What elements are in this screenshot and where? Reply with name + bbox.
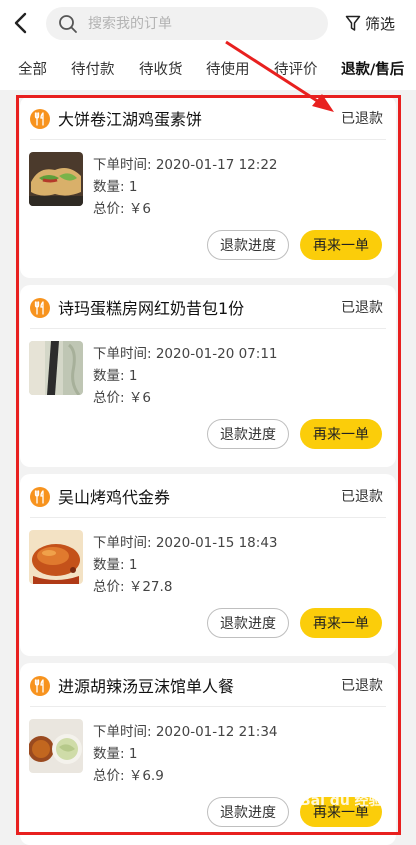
- order-time: 2020-01-17 12:22: [155, 157, 278, 173]
- tab-pending-use[interactable]: 待使用: [206, 58, 250, 79]
- total-label: 总价:: [93, 390, 129, 406]
- search-icon: [59, 15, 77, 33]
- order-time-label: 下单时间:: [93, 157, 156, 173]
- refund-progress-button[interactable]: 退款进度: [207, 419, 289, 449]
- shop-name[interactable]: 大饼卷江湖鸡蛋素饼: [58, 106, 202, 130]
- product-thumbnail[interactable]: [29, 530, 83, 584]
- currency-symbol: ￥: [128, 201, 143, 217]
- reorder-button[interactable]: 再来一单: [300, 419, 382, 449]
- order-status: 已退款: [341, 111, 383, 127]
- tab-pending-receipt[interactable]: 待收货: [139, 58, 183, 79]
- search-bar[interactable]: [46, 7, 328, 40]
- refund-progress-button[interactable]: 退款进度: [207, 608, 289, 638]
- quantity-label: 数量:: [93, 746, 129, 762]
- reorder-button[interactable]: 再来一单: [300, 608, 382, 638]
- filter-icon: [345, 15, 361, 31]
- tab-pending-payment[interactable]: 待付款: [71, 58, 115, 79]
- quantity-label: 数量:: [93, 179, 129, 195]
- quantity-label: 数量:: [93, 368, 129, 384]
- order-time-label: 下单时间:: [93, 535, 156, 551]
- order-info: 下单时间: 2020-01-20 07:11 数量: 1 总价: ￥6: [93, 343, 278, 409]
- product-thumbnail[interactable]: [29, 341, 83, 395]
- restaurant-icon: [30, 298, 50, 318]
- total-label: 总价:: [93, 768, 129, 784]
- order-time: 2020-01-20 07:11: [155, 346, 278, 362]
- order-tabs: 全部 待付款 待收货 待使用 待评价 退款/售后: [0, 46, 416, 90]
- reorder-button[interactable]: 再来一单: [300, 230, 382, 260]
- tab-all[interactable]: 全部: [18, 58, 47, 79]
- order-card[interactable]: 吴山烤鸡代金券 已退款 下单时间: 2020-01-15 18:43 数量: 1…: [20, 474, 396, 656]
- order-time: 2020-01-15 18:43: [155, 535, 278, 551]
- order-status: 已退款: [341, 300, 383, 316]
- order-time-label: 下单时间:: [93, 724, 156, 740]
- order-info: 下单时间: 2020-01-17 12:22 数量: 1 总价: ￥6: [93, 154, 278, 220]
- refund-progress-button[interactable]: 退款进度: [207, 797, 289, 827]
- product-thumbnail[interactable]: [29, 152, 83, 206]
- divider: [30, 328, 386, 329]
- total-label: 总价:: [93, 579, 129, 595]
- order-status: 已退款: [341, 678, 383, 694]
- order-info: 下单时间: 2020-01-15 18:43 数量: 1 总价: ￥27.8: [93, 532, 278, 598]
- order-card[interactable]: 进源胡辣汤豆沫馆单人餐 已退款 下单时间: 2020-01-12 21:34 数…: [20, 663, 396, 845]
- divider: [30, 706, 386, 707]
- chevron-left-icon: [14, 12, 27, 34]
- shop-name[interactable]: 吴山烤鸡代金券: [58, 484, 170, 508]
- restaurant-icon: [30, 109, 50, 129]
- divider: [30, 517, 386, 518]
- tab-refund-aftersale[interactable]: 退款/售后: [341, 58, 404, 79]
- watermark: Bai du 经验: [300, 793, 383, 809]
- restaurant-icon: [30, 676, 50, 696]
- search-input[interactable]: [88, 7, 318, 40]
- total-label: 总价:: [93, 201, 129, 217]
- order-time: 2020-01-12 21:34: [155, 724, 278, 740]
- order-card[interactable]: 诗玛蛋糕房网红奶昔包1份 已退款 下单时间: 2020-01-20 07:11 …: [20, 285, 396, 467]
- shop-name[interactable]: 诗玛蛋糕房网红奶昔包1份: [58, 295, 244, 319]
- top-bar: 筛选: [0, 0, 416, 46]
- order-time-label: 下单时间:: [93, 346, 156, 362]
- total-price: 27.8: [142, 579, 173, 595]
- shop-name[interactable]: 进源胡辣汤豆沫馆单人餐: [58, 673, 234, 697]
- order-info: 下单时间: 2020-01-12 21:34 数量: 1 总价: ￥6.9: [93, 721, 278, 787]
- total-price: 6: [142, 201, 151, 217]
- order-status: 已退款: [341, 489, 383, 505]
- quantity-value: 1: [128, 557, 138, 573]
- total-price: 6: [142, 390, 151, 406]
- back-button[interactable]: [10, 10, 34, 36]
- order-card[interactable]: 大饼卷江湖鸡蛋素饼 已退款 下单时间: 2020-01-17 12:22 数量:…: [20, 96, 396, 278]
- quantity-label: 数量:: [93, 557, 129, 573]
- refund-progress-button[interactable]: 退款进度: [207, 230, 289, 260]
- quantity-value: 1: [128, 179, 138, 195]
- product-thumbnail[interactable]: [29, 719, 83, 773]
- currency-symbol: ￥: [128, 579, 143, 595]
- currency-symbol: ￥: [128, 768, 143, 784]
- quantity-value: 1: [128, 368, 138, 384]
- total-price: 6.9: [142, 768, 164, 784]
- currency-symbol: ￥: [128, 390, 143, 406]
- quantity-value: 1: [128, 746, 138, 762]
- restaurant-icon: [30, 487, 50, 507]
- divider: [30, 139, 386, 140]
- filter-label: 筛选: [365, 14, 396, 33]
- filter-button[interactable]: 筛选: [345, 12, 395, 34]
- tab-pending-review[interactable]: 待评价: [274, 58, 318, 79]
